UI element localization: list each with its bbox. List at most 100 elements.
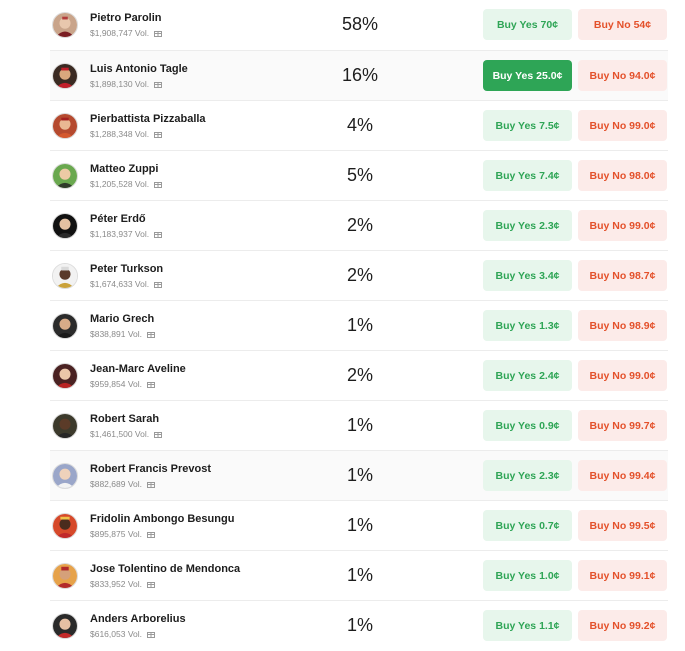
volume-text: $1,674,633 Vol. [90, 279, 150, 289]
buy-no-button[interactable]: Buy No 99.4¢ [578, 460, 667, 491]
candidate-name[interactable]: Anders Arborelius [90, 613, 186, 625]
volume-info: $1,288,348 Vol. [90, 129, 163, 139]
avatar [52, 463, 78, 489]
buy-yes-button[interactable]: Buy Yes 1.0¢ [483, 560, 572, 591]
buy-no-button[interactable]: Buy No 99.2¢ [578, 610, 667, 641]
candidate-name[interactable]: Matteo Zuppi [90, 163, 158, 175]
buy-yes-button[interactable]: Buy Yes 2.4¢ [483, 360, 572, 391]
volume-text: $833,952 Vol. [90, 579, 142, 589]
chance-percent: 2% [346, 365, 373, 385]
chance-percent: 1% [346, 615, 373, 635]
volume-info: $895,875 Vol. [90, 529, 155, 539]
volume-text: $616,053 Vol. [90, 629, 142, 639]
gift-icon[interactable] [147, 580, 155, 588]
buy-yes-button[interactable]: Buy Yes 3.4¢ [483, 260, 572, 291]
market-row[interactable]: Péter Erdő $1,183,937 Vol. 2% Buy Yes 2.… [50, 201, 668, 251]
buy-no-button[interactable]: Buy No 99.1¢ [578, 560, 667, 591]
buy-yes-button[interactable]: Buy Yes 25.0¢ [483, 60, 572, 91]
volume-text: $1,183,937 Vol. [90, 229, 150, 239]
gift-icon[interactable] [154, 180, 163, 188]
candidate-name[interactable]: Mario Grech [90, 313, 154, 325]
buy-yes-button[interactable]: Buy Yes 70¢ [483, 9, 572, 40]
volume-info: $1,908,747 Vol. [90, 28, 163, 38]
chance-percent: 58% [341, 14, 379, 34]
gift-icon[interactable] [154, 29, 163, 37]
market-row[interactable]: Fridolin Ambongo Besungu $895,875 Vol. 1… [50, 501, 668, 551]
volume-text: $1,461,500 Vol. [90, 429, 150, 439]
chance-percent: 1% [346, 565, 373, 585]
market-row[interactable]: Luis Antonio Tagle $1,898,130 Vol. 16% B… [50, 51, 668, 101]
candidate-name[interactable]: Jose Tolentino de Mendonca [90, 563, 240, 575]
buy-yes-button[interactable]: Buy Yes 0.7¢ [483, 510, 572, 541]
candidate-name[interactable]: Péter Erdő [90, 213, 146, 225]
candidate-name[interactable]: Luis Antonio Tagle [90, 63, 188, 75]
avatar [52, 513, 78, 539]
volume-info: $959,854 Vol. [90, 379, 155, 389]
avatar [52, 263, 78, 289]
market-row[interactable]: Peter Turkson $1,674,633 Vol. 2% Buy Yes… [50, 251, 668, 301]
volume-text: $1,288,348 Vol. [90, 129, 150, 139]
market-row[interactable]: Jose Tolentino de Mendonca $833,952 Vol.… [50, 551, 668, 601]
avatar [52, 363, 78, 389]
volume-info: $833,952 Vol. [90, 579, 155, 589]
gift-icon[interactable] [154, 80, 163, 88]
gift-icon[interactable] [147, 330, 155, 338]
buy-yes-button[interactable]: Buy Yes 1.1¢ [483, 610, 572, 641]
volume-text: $1,205,528 Vol. [90, 179, 150, 189]
candidate-name[interactable]: Robert Francis Prevost [90, 463, 211, 475]
gift-icon[interactable] [147, 630, 155, 638]
volume-info: $1,898,130 Vol. [90, 79, 163, 89]
buy-no-button[interactable]: Buy No 98.7¢ [578, 260, 667, 291]
avatar [52, 563, 78, 589]
gift-icon[interactable] [154, 430, 163, 438]
avatar [52, 113, 78, 139]
buy-no-button[interactable]: Buy No 99.0¢ [578, 360, 667, 391]
buy-yes-button[interactable]: Buy Yes 7.5¢ [483, 110, 572, 141]
market-row[interactable]: Pietro Parolin $1,908,747 Vol. 58% Buy Y… [50, 0, 668, 51]
market-row[interactable]: Pierbattista Pizzaballa $1,288,348 Vol. … [50, 101, 668, 151]
buy-no-button[interactable]: Buy No 99.0¢ [578, 110, 667, 141]
gift-icon[interactable] [147, 530, 155, 538]
gift-icon[interactable] [154, 230, 163, 238]
buy-yes-button[interactable]: Buy Yes 2.3¢ [483, 210, 572, 241]
chance-percent: 4% [346, 115, 373, 135]
gift-icon[interactable] [147, 380, 155, 388]
candidate-name[interactable]: Peter Turkson [90, 263, 163, 275]
buy-yes-button[interactable]: Buy Yes 1.3¢ [483, 310, 572, 341]
avatar [52, 613, 78, 639]
volume-info: $1,674,633 Vol. [90, 279, 163, 289]
buy-no-button[interactable]: Buy No 98.0¢ [578, 160, 667, 191]
candidate-name[interactable]: Jean-Marc Aveline [90, 363, 186, 375]
gift-icon[interactable] [154, 130, 163, 138]
market-row[interactable]: Jean-Marc Aveline $959,854 Vol. 2% Buy Y… [50, 351, 668, 401]
buy-yes-button[interactable]: Buy Yes 0.9¢ [483, 410, 572, 441]
avatar [52, 12, 78, 38]
buy-no-button[interactable]: Buy No 54¢ [578, 9, 667, 40]
chance-percent: 1% [346, 465, 373, 485]
avatar [52, 213, 78, 239]
buy-no-button[interactable]: Buy No 99.7¢ [578, 410, 667, 441]
market-row[interactable]: Anders Arborelius $616,053 Vol. 1% Buy Y… [50, 601, 668, 651]
buy-no-button[interactable]: Buy No 94.0¢ [578, 60, 667, 91]
volume-text: $838,891 Vol. [90, 329, 142, 339]
market-row[interactable]: Robert Francis Prevost $882,689 Vol. 1% … [50, 451, 668, 501]
market-row[interactable]: Matteo Zuppi $1,205,528 Vol. 5% Buy Yes … [50, 151, 668, 201]
market-row[interactable]: Robert Sarah $1,461,500 Vol. 1% Buy Yes … [50, 401, 668, 451]
candidate-name[interactable]: Pierbattista Pizzaballa [90, 113, 206, 125]
market-row[interactable]: Mario Grech $838,891 Vol. 1% Buy Yes 1.3… [50, 301, 668, 351]
chance-percent: 2% [346, 265, 373, 285]
buy-no-button[interactable]: Buy No 98.9¢ [578, 310, 667, 341]
candidate-name[interactable]: Pietro Parolin [90, 12, 162, 24]
chance-percent: 2% [346, 215, 373, 235]
volume-text: $959,854 Vol. [90, 379, 142, 389]
buy-yes-button[interactable]: Buy Yes 7.4¢ [483, 160, 572, 191]
buy-no-button[interactable]: Buy No 99.5¢ [578, 510, 667, 541]
buy-no-button[interactable]: Buy No 99.0¢ [578, 210, 667, 241]
candidate-name[interactable]: Robert Sarah [90, 413, 159, 425]
chance-percent: 1% [346, 415, 373, 435]
chance-percent: 16% [341, 65, 379, 85]
buy-yes-button[interactable]: Buy Yes 2.3¢ [483, 460, 572, 491]
candidate-name[interactable]: Fridolin Ambongo Besungu [90, 513, 234, 525]
gift-icon[interactable] [154, 280, 163, 288]
gift-icon[interactable] [147, 480, 155, 488]
